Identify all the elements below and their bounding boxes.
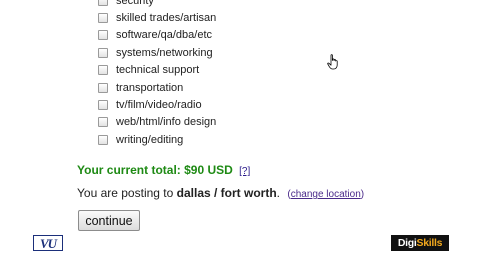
category-item-transportation[interactable]: transportation	[98, 79, 216, 96]
vu-logo: VU	[33, 235, 63, 251]
checkbox[interactable]	[98, 100, 108, 111]
checkbox[interactable]	[98, 30, 108, 41]
change-location-link[interactable]: change location	[291, 189, 361, 200]
help-link[interactable]: [?]	[239, 166, 250, 177]
digiskills-logo-part1: Digi	[397, 236, 417, 249]
checkbox[interactable]	[98, 65, 108, 76]
category-label: tv/film/video/radio	[116, 99, 202, 112]
continue-button[interactable]: continue	[78, 210, 140, 231]
category-item-technical-support[interactable]: technical support	[98, 62, 216, 79]
current-total: Your current total: $90 USD [?]	[77, 163, 250, 177]
posting-location: You are posting to dallas / fort worth. …	[77, 186, 364, 200]
category-label: web/html/info design	[116, 116, 217, 129]
category-item-skilled-trades[interactable]: skilled trades/artisan	[98, 9, 216, 26]
category-item-web-html[interactable]: web/html/info design	[98, 114, 216, 131]
category-label: writing/editing	[116, 133, 184, 146]
category-label: security	[116, 0, 154, 7]
category-item-tv-film[interactable]: tv/film/video/radio	[98, 96, 216, 113]
category-label: software/qa/dba/etc	[116, 29, 213, 42]
category-item-software[interactable]: software/qa/dba/etc	[98, 27, 216, 44]
posting-prefix: You are posting to	[77, 186, 174, 200]
category-item-security[interactable]: security	[98, 0, 216, 9]
category-label: skilled trades/artisan	[116, 12, 217, 25]
page: security skilled trades/artisan software…	[0, 0, 480, 270]
category-label: systems/networking	[116, 46, 213, 59]
category-item-systems-networking[interactable]: systems/networking	[98, 44, 216, 61]
close-paren: )	[360, 189, 365, 200]
change-location-wrapper: (change location)	[287, 189, 364, 200]
vu-logo-text: VU	[39, 235, 57, 251]
digiskills-logo: Digi Skills	[391, 235, 449, 251]
checkbox[interactable]	[98, 13, 108, 24]
checkbox[interactable]	[98, 82, 108, 93]
posting-city: dallas / fort worth	[176, 186, 277, 200]
category-item-writing-editing[interactable]: writing/editing	[98, 131, 216, 148]
hand-pointer-icon	[327, 54, 338, 70]
posting-suffix: .	[276, 186, 281, 200]
category-label: transportation	[116, 81, 184, 94]
category-label: technical support	[116, 64, 200, 77]
checkbox[interactable]	[98, 134, 108, 145]
current-total-text: Your current total: $90 USD	[77, 163, 233, 177]
digiskills-logo-part2: Skills	[416, 236, 443, 249]
checkbox[interactable]	[98, 0, 108, 6]
checkbox[interactable]	[98, 47, 108, 58]
category-list: security skilled trades/artisan software…	[98, 0, 216, 149]
checkbox[interactable]	[98, 117, 108, 128]
